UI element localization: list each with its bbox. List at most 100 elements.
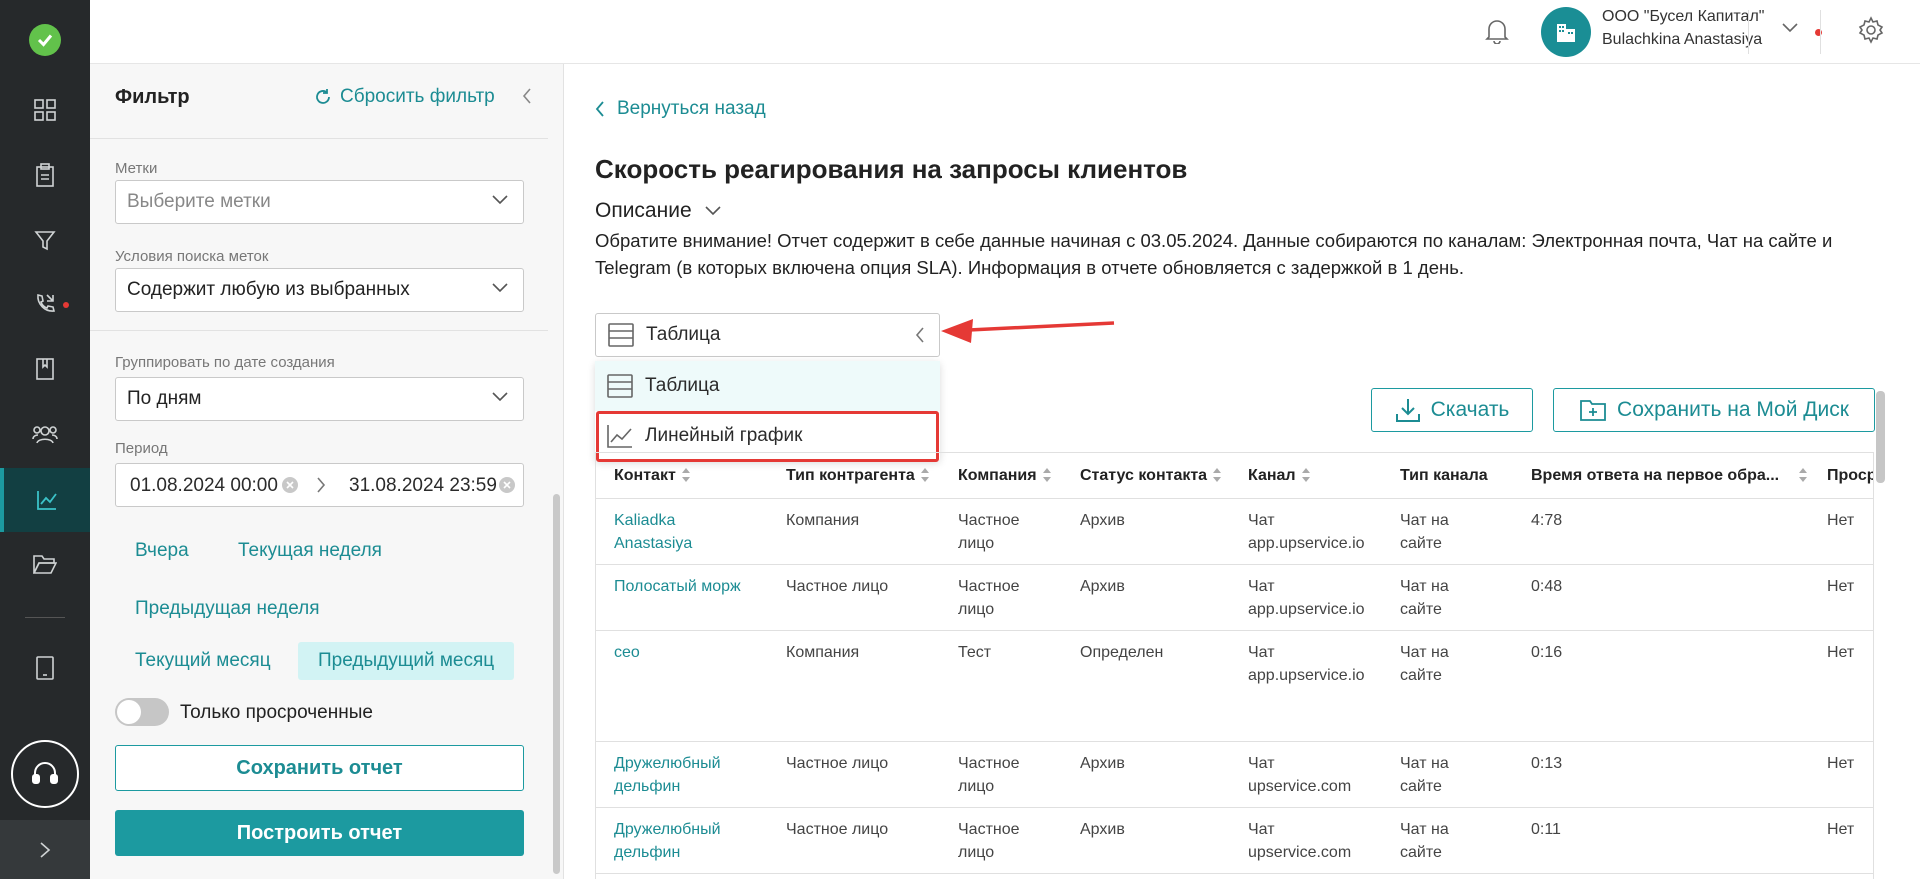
chevron-down-icon — [492, 392, 508, 402]
table-row[interactable]: Kaliadka Anastasiya Компания Частное лиц… — [596, 498, 1873, 565]
chevron-left-icon[interactable] — [522, 88, 532, 109]
contact-link[interactable]: Полосатый морж — [596, 564, 768, 631]
sort-icon[interactable] — [1301, 468, 1310, 483]
divider — [90, 330, 548, 331]
sort-icon[interactable] — [920, 468, 929, 483]
org-name[interactable]: ООО "Бусел Капитал" — [1602, 8, 1764, 26]
sort-icon[interactable] — [1213, 468, 1222, 483]
chip-current-month[interactable]: Текущий месяц — [115, 642, 291, 680]
chevron-down-icon[interactable] — [1782, 20, 1798, 38]
tablet-icon[interactable] — [0, 636, 90, 700]
chip-previous-week[interactable]: Предыдущая неделя — [115, 590, 340, 628]
notification-dot — [63, 302, 69, 308]
chip-previous-month[interactable]: Предыдущий месяц — [298, 642, 515, 680]
cell-channel: Чат upservice.com — [1230, 741, 1382, 808]
clear-icon[interactable] — [498, 476, 516, 494]
overdue-toggle[interactable] — [115, 698, 169, 726]
description-toggle[interactable]: Описание — [595, 199, 722, 223]
table-row[interactable]: Полосатый морж Частное лицо Частное лицо… — [596, 564, 1873, 631]
tag-condition-select[interactable]: Содержит любую из выбранных — [115, 268, 524, 312]
cell-time: 0:48 — [1513, 564, 1809, 631]
rail-divider — [25, 617, 65, 618]
view-select[interactable]: Таблица — [595, 313, 940, 357]
contact-link[interactable]: Дружелюбный дельфин — [596, 741, 768, 808]
table-row[interactable]: Дружелюбный дельфин Частное лицо Частное… — [596, 741, 1873, 808]
cell-overdue: Нет — [1809, 741, 1873, 808]
cell-channel-type: Чат на сайте — [1382, 807, 1513, 874]
back-link[interactable]: Вернуться назад — [595, 98, 766, 120]
cell-channel-type: Чат на сайте — [1382, 741, 1513, 808]
cell-channel: Чат app.upservice.io — [1230, 630, 1382, 742]
column-header[interactable]: Тип канала — [1382, 452, 1513, 499]
cell-status: Архив — [1062, 807, 1230, 874]
save-to-disk-button[interactable]: Сохранить на Мой Диск — [1553, 388, 1875, 432]
chevron-down-icon — [492, 283, 508, 293]
group-select[interactable]: По дням — [115, 377, 524, 421]
column-header[interactable]: Статус контакта — [1062, 452, 1230, 499]
view-option-table[interactable]: Таблица — [595, 361, 940, 411]
folder-icon[interactable] — [0, 532, 90, 596]
tags-placeholder: Выберите метки — [127, 191, 271, 212]
gear-icon[interactable] — [1857, 16, 1885, 49]
build-report-button[interactable]: Построить отчет — [115, 810, 524, 856]
date-from-input[interactable]: 01.08.2024 00:00 — [130, 475, 278, 497]
cell-channel: Чат app.upservice.io — [1230, 498, 1382, 565]
column-header[interactable]: Время ответа на первое обра... — [1513, 452, 1809, 499]
reset-filter-button[interactable]: Сбросить фильтр — [314, 86, 495, 108]
clear-icon[interactable] — [281, 476, 299, 494]
cell-time: 0:11 — [1513, 807, 1809, 874]
save-to-disk-label: Сохранить на Мой Диск — [1617, 398, 1849, 421]
column-label: Тип канала — [1400, 466, 1488, 484]
page-title: Скорость реагирования на запросы клиенто… — [595, 154, 1188, 184]
chart-icon[interactable] — [0, 468, 90, 532]
contact-link[interactable]: Дружелюбный дельфин — [596, 807, 768, 874]
description-text: Обратите внимание! Отчет содержит в себе… — [595, 230, 1833, 278]
column-header[interactable]: Компания — [940, 452, 1062, 499]
bell-icon[interactable] — [1485, 18, 1509, 49]
filter-title: Фильтр — [115, 86, 190, 108]
cell-type: Частное лицо — [768, 741, 940, 808]
divider — [1820, 10, 1821, 54]
book-icon[interactable] — [0, 337, 90, 401]
cell-status: Определен — [1062, 630, 1230, 742]
download-button[interactable]: Скачать — [1371, 388, 1533, 432]
column-header[interactable]: Контакт — [596, 452, 768, 499]
tag-condition-label: Условия поиска меток — [115, 248, 269, 265]
table-row[interactable]: ceo Компания Тест Определен Чат app.upse… — [596, 630, 1873, 742]
date-to-input[interactable]: 31.08.2024 23:59 — [349, 475, 497, 497]
expand-rail-button[interactable] — [0, 820, 90, 879]
sort-icon[interactable] — [1042, 468, 1051, 483]
sort-icon[interactable] — [681, 468, 690, 483]
column-header[interactable]: Канал — [1230, 452, 1382, 499]
contact-link[interactable]: Kaliadka Anastasiya — [596, 498, 768, 565]
cell-company: Частное лицо — [940, 498, 1062, 565]
tag-condition-value: Содержит любую из выбранных — [127, 279, 410, 300]
headset-icon[interactable] — [11, 740, 79, 808]
phone-icon[interactable] — [0, 272, 90, 336]
funnel-icon[interactable] — [0, 208, 90, 272]
contact-link[interactable]: ceo — [596, 630, 768, 742]
clipboard-icon[interactable] — [0, 143, 90, 207]
sort-icon[interactable] — [1799, 468, 1808, 483]
cell-overdue: Нет — [1809, 807, 1873, 874]
save-report-button[interactable]: Сохранить отчет — [115, 745, 524, 791]
cell-company: Частное лицо — [940, 741, 1062, 808]
content-scrollbar[interactable] — [1876, 391, 1885, 483]
download-icon — [1395, 399, 1420, 422]
dashboard-icon[interactable] — [0, 78, 90, 142]
overdue-toggle-label: Только просроченные — [180, 702, 373, 723]
column-header[interactable]: Проср — [1809, 452, 1873, 499]
chip-current-week[interactable]: Текущая неделя — [218, 532, 402, 570]
chip-yesterday[interactable]: Вчера — [115, 532, 209, 570]
chevron-left-icon — [595, 101, 604, 117]
tags-select[interactable]: Выберите метки — [115, 180, 524, 224]
user-name[interactable]: Bulachkina Anastasiya — [1602, 31, 1762, 49]
panel-scrollbar[interactable] — [553, 494, 560, 874]
users-icon[interactable] — [0, 402, 90, 466]
check-icon[interactable] — [29, 24, 61, 56]
cell-time: 4:78 — [1513, 498, 1809, 565]
building-icon[interactable] — [1541, 7, 1591, 57]
table-row[interactable]: Дружелюбный дельфин Частное лицо Частное… — [596, 807, 1873, 874]
filter-panel: Фильтр Сбросить фильтр Метки Выберите ме… — [90, 64, 564, 879]
column-header[interactable]: Тип контрагента — [768, 452, 940, 499]
